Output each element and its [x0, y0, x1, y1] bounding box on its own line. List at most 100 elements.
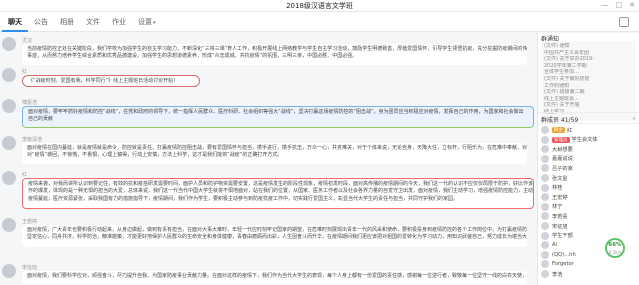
member-name: 林桂 [552, 185, 563, 192]
avatar[interactable] [2, 218, 16, 232]
member-name: 吕子的家 [552, 165, 573, 172]
message-bubble: 当前疫情防控正处在关键阶段，我们学校为加强学生的自主学习能力，不断深化“三将三课… [22, 44, 527, 65]
notice-item[interactable]: 全体学生参加… [544, 69, 633, 76]
member-item[interactable]: 嘉嘉说说 [541, 154, 573, 164]
avatar [541, 231, 549, 240]
message-item: 尤汉 当前疫情防控正处在关键阶段，我们学校为加强学生的自主学习能力，不断深化“三… [2, 37, 532, 65]
sender-name: 宋征旭 [22, 265, 38, 271]
avatar[interactable] [2, 37, 16, 51]
tab-homework[interactable]: 作业 [106, 12, 132, 32]
member-item[interactable]: 林宁 [541, 202, 562, 212]
members-header: 群成员 41/59 ⌕ [538, 112, 639, 124]
member-role-badge: 群主 [552, 127, 565, 133]
message-line: 面对疫情，要牢牢抓好疫情和防控“战线”，在党和政府的领导下，统一指挥人民群众、医… [28, 109, 524, 115]
member-item[interactable]: (QQ)...hh [541, 250, 576, 260]
avatar [541, 164, 549, 173]
member-item[interactable]: 林桂 [541, 183, 562, 193]
tab-album[interactable]: 相册 [54, 12, 80, 32]
member-item[interactable]: 群主红 [541, 125, 572, 135]
member-item[interactable]: 大树想要 [541, 144, 573, 154]
member-item[interactable]: Ai [541, 240, 557, 250]
avatar [541, 174, 549, 182]
avatar [541, 154, 549, 163]
members-count: 群成员 41/59 [541, 117, 579, 124]
avatar [541, 126, 549, 134]
network-speed-gauge: 66% 0.5K/s [605, 238, 625, 258]
member-item[interactable]: 学生干部 [541, 231, 573, 241]
avatar [541, 135, 549, 144]
member-name: 李若喜 [552, 213, 568, 220]
member-name: 嘉嘉说说 [552, 156, 573, 163]
notice-item[interactable]: (文件) 关于举办2019- [544, 56, 633, 63]
tab-files[interactable]: 文件 [80, 12, 106, 32]
message-item: 红 疫情来袭，对我而讲所认识到要记住，有效的抗和疫苗研发需要时间，面护人员和防护… [2, 171, 537, 211]
member-item[interactable]: 李若喜 [541, 211, 568, 221]
sender-name: 尤汉 [22, 38, 33, 44]
minimize-icon[interactable]: — [602, 1, 609, 9]
member-item[interactable]: Forgetor [541, 259, 574, 269]
message-bubble: 面对疫情在国内蔓延，就是疫情就是命令，防控就是责任，打赢疫情防控阻击战，要有爱国… [22, 143, 527, 164]
notice-item[interactable]: (文件) 关于做好防疫 [544, 76, 633, 83]
maximize-icon[interactable]: □ [616, 1, 623, 9]
avatar [541, 145, 549, 154]
member-name: 红 [567, 127, 573, 134]
message-line: 面对疫情，我们要科学应对，顽强奋斗，尽力提升自我、为国家防疫事业贡献力量。在面对… [27, 273, 527, 279]
member-item[interactable]: 管理员 学生会文体 [541, 135, 597, 145]
tab-settings[interactable]: 设置▾ [132, 12, 162, 32]
tab-chat[interactable]: 聊天 [2, 12, 28, 32]
message-bubble: 《“战疫时刻，爱国有我，科学同行”》线上主题班日活动讨论开始！ [22, 75, 200, 87]
avatar[interactable] [2, 171, 16, 185]
member-item[interactable]: 张文星 [541, 173, 568, 183]
message-line: 作的爆发，体现的是一种无惧的担当的大爱，总体来说，我们这一代当代中国大学生就将不… [28, 188, 534, 195]
member-name: (QQ)...hh [552, 251, 576, 258]
notice-item[interactable]: (文件) 通知 [544, 43, 633, 50]
search-icon[interactable]: ⌕ [633, 115, 636, 123]
member-name: 学生干部 [552, 233, 573, 240]
message-line: 事迹，从而努力培养学生综合素质和优秀品德建设，加强学生的思想道德素养，形成“众志… [27, 53, 358, 60]
message-bubble: 面对疫情，广大青年也要积极行动起来，从身边做起，做到有责有担当，在面对大事大难时… [22, 225, 527, 247]
tab-announcement[interactable]: 公告 [28, 12, 54, 32]
notice-item[interactable]: 2020学年第二学期 [544, 63, 633, 70]
sender-name: 傅嘉浩 [22, 100, 38, 106]
avatar[interactable] [2, 68, 16, 82]
message-line: 《“战疫时刻，爱国有我，科学同行”》线上主题班日活动讨论开始！ [28, 78, 179, 84]
sender-name: 红 [22, 69, 28, 75]
sender-name: 红 [22, 172, 28, 178]
member-item[interactable]: 李浩 [541, 269, 562, 279]
message-item: 宋征旭 面对疫情，我们要科学应对，顽强奋斗，尽力提升自我、为国家防疫事业贡献力量… [2, 264, 532, 285]
notice-item[interactable]: (文件) 班级第二期 [544, 89, 633, 96]
gauge-speed: 0.5K/s [608, 250, 622, 255]
sender-name: 李敏清浩 [22, 137, 43, 143]
notice-item[interactable]: 线上主题班会… [544, 96, 633, 103]
member-role-badge: 管理员 [552, 136, 570, 143]
member-item[interactable]: 宋征旭 [541, 221, 568, 231]
message-line: 疫情蔓延，医疗资源紧张，采取我国有力的措施指导下，疫情期间，我们作为学生，要积极… [28, 195, 459, 202]
message-item: 红 《“战疫时刻，爱国有我，科学同行”》线上主题班日活动讨论开始！ [2, 68, 532, 90]
window-toggle-icon[interactable] [619, 17, 629, 27]
notice-item[interactable]: 工作的通知 [544, 83, 633, 90]
avatar [541, 241, 549, 250]
notice-list[interactable]: (文件) 通知 中国共产主义青年团 (文件) 关于举办2019- 2020学年第… [541, 41, 636, 121]
avatar[interactable] [2, 99, 16, 113]
gauge-percent: 66% [608, 242, 622, 248]
message-bubble: 疫情来袭，对我而讲所认识到要记住，有效的抗和疫苗研发需要时间，面护人员和防护物资… [22, 178, 534, 209]
member-name: 王宏婷 [552, 194, 568, 201]
member-name: Ai [552, 242, 557, 249]
member-name: 李浩 [552, 271, 563, 278]
tab-bar: 聊天 公告 相册 文件 作业 设置▾ [0, 12, 639, 32]
avatar[interactable] [2, 136, 16, 150]
member-item[interactable]: 王宏婷 [541, 192, 568, 202]
message-line: 坚定信心，同舟共济，科学防治，精准施策，才能更好地保护人民群众的生命安全和身体健… [27, 234, 527, 241]
member-name: 张文星 [552, 175, 568, 182]
avatar [541, 222, 549, 230]
notice-item[interactable]: (文件) 关于开展 [544, 102, 633, 109]
message-bubble: 面对疫情，我们要科学应对，顽强奋斗，尽力提升自我、为国家防疫事业贡献力量。在面对… [22, 271, 527, 284]
member-item[interactable]: 吕子的家 [541, 163, 573, 173]
message-bubble: 面对疫情，要牢牢抓好疫情和防控“战线”，在党和政府的领导下，统一指挥人民群众、医… [22, 106, 534, 128]
close-icon[interactable]: ✕ [629, 1, 635, 9]
message-item: 李敏清浩 面对疫情在国内蔓延，就是疫情就是命令，防控就是责任，打赢疫情防控阻击战… [2, 136, 532, 166]
chat-area[interactable]: 尤汉 当前疫情防控正处在关键阶段，我们学校为加强学生的自主学习能力，不断深化“三… [0, 33, 537, 285]
avatar[interactable] [2, 264, 16, 278]
notice-item[interactable]: 中国共产主义青年团 [544, 50, 633, 57]
avatar [541, 212, 549, 221]
